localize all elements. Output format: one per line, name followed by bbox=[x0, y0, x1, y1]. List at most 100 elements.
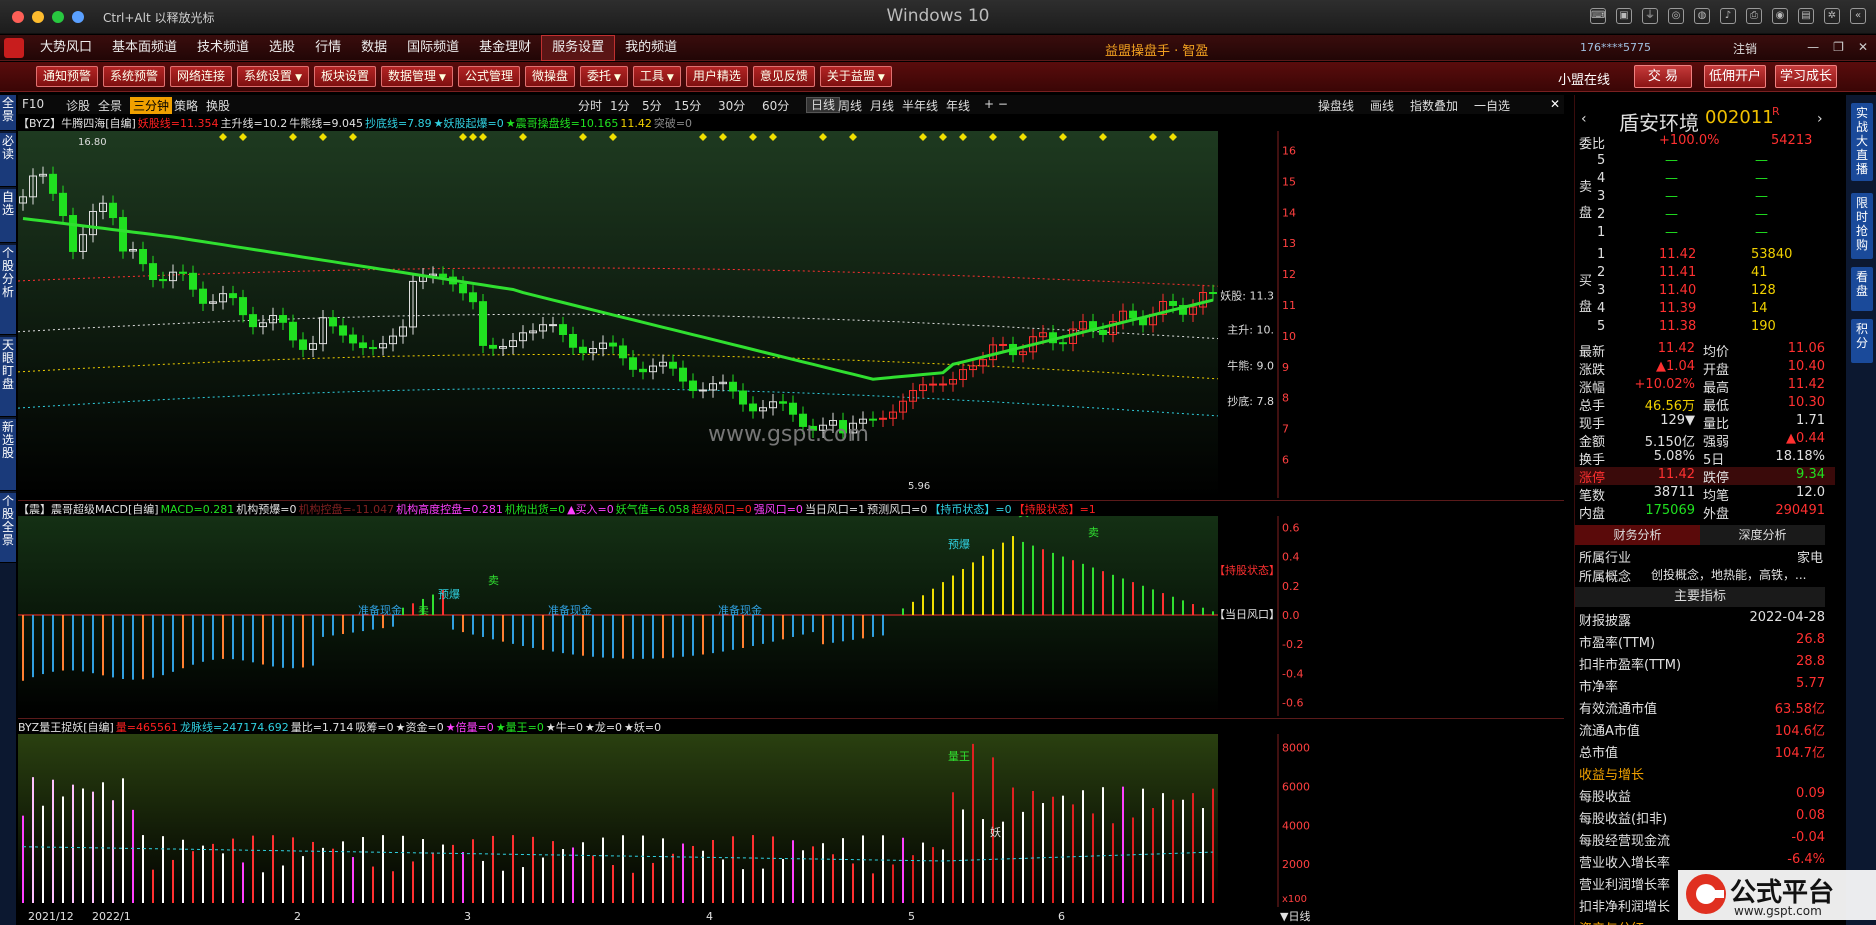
toolbar-button[interactable]: 系统设置 ▼ bbox=[237, 66, 309, 87]
period-tab[interactable]: 周线 bbox=[838, 97, 862, 114]
toolbar-button[interactable]: 系统预警 bbox=[103, 66, 166, 87]
menu-item[interactable]: 基本面频道 bbox=[102, 35, 187, 61]
sidebar-item[interactable]: 个股分析 bbox=[0, 245, 16, 335]
quick-tab[interactable]: 换股 bbox=[206, 97, 230, 114]
menu-item[interactable]: 基金理财 bbox=[469, 35, 541, 61]
promo-item[interactable]: 限时抢购 bbox=[1851, 193, 1873, 259]
kline-chart[interactable]: 16 15 14 13 12 11 10 9 8 7 6 妖股: 11.3 主升: 10. 牛熊: 9.0… bbox=[18, 131, 1564, 498]
menu-item[interactable]: 行情 bbox=[305, 35, 351, 61]
collapse-icon[interactable]: « bbox=[1850, 8, 1866, 24]
toolbar-button-label: 数据管理 bbox=[388, 69, 437, 83]
learn-button[interactable]: 学习成长 bbox=[1775, 65, 1837, 88]
menu-item[interactable]: 服务设置 bbox=[541, 35, 616, 61]
quick-tab[interactable]: 全景 bbox=[98, 97, 122, 114]
sidebar-item[interactable]: 天眼盯盘 bbox=[0, 337, 16, 417]
period-tab[interactable]: 半年线 bbox=[902, 97, 938, 114]
menu-item[interactable]: 我的频道 bbox=[615, 35, 687, 61]
quick-tab[interactable]: 诊股 bbox=[66, 97, 90, 114]
next-stock-icon[interactable]: › bbox=[1817, 111, 1823, 127]
chart-option[interactable]: 操盘线 bbox=[1318, 97, 1354, 114]
close-panel-icon[interactable]: ✕ bbox=[1550, 97, 1560, 111]
stat-label: 5日 bbox=[1703, 453, 1725, 468]
toolbar-button[interactable]: 用户精选 bbox=[685, 66, 748, 87]
promo-item[interactable]: 积分 bbox=[1851, 319, 1873, 363]
sidebar-item[interactable]: 自选 bbox=[0, 189, 16, 243]
sidebar-item[interactable]: 全景 bbox=[0, 95, 16, 131]
app-logo-icon[interactable] bbox=[4, 38, 24, 58]
open-account-button[interactable]: 低佣开户 bbox=[1704, 65, 1766, 88]
stock-title: 盾安环境 002011 R bbox=[1575, 105, 1835, 135]
stat-label: 均笔 bbox=[1703, 489, 1730, 504]
toolbar-button[interactable]: 工具 ▼ bbox=[632, 66, 681, 87]
period-tab[interactable]: 1分 bbox=[610, 97, 630, 114]
restore-icon[interactable]: ❐ bbox=[1833, 40, 1844, 54]
settings-icon[interactable]: ✲ bbox=[1824, 8, 1840, 24]
toolbar-button[interactable]: 网络连接 bbox=[170, 66, 233, 87]
vm-toolbar: ⌨ ▣ ⏚ ◎ ◍ ♪ ⎙ ◉ ▤ ✲ « bbox=[1590, 8, 1866, 24]
trade-button[interactable]: 交 易 bbox=[1634, 65, 1692, 88]
promo-item[interactable]: 实战大直播 bbox=[1851, 103, 1873, 181]
usb-icon[interactable]: ⏚ bbox=[1642, 8, 1658, 24]
menu-item[interactable]: 选股 bbox=[259, 35, 305, 61]
indicator-name[interactable]: 【震】震哥超级MACD[自编] bbox=[18, 503, 159, 516]
online-service-link[interactable]: 小盟在线 bbox=[1558, 69, 1610, 88]
toolbar-button[interactable]: 板块设置 bbox=[313, 66, 376, 87]
keyboard-icon[interactable]: ⌨ bbox=[1590, 8, 1606, 24]
analysis-tab[interactable]: 深度分析 bbox=[1700, 525, 1825, 545]
toolbar-button[interactable]: 关于益盟 ▼ bbox=[819, 66, 892, 87]
indicator-name[interactable]: 【BYZ】牛腾四海[自编] bbox=[18, 117, 136, 130]
minimize-icon[interactable]: — bbox=[1807, 40, 1819, 54]
analysis-tab[interactable]: 财务分析 bbox=[1575, 525, 1700, 545]
menu-item[interactable]: 数据 bbox=[351, 35, 397, 61]
sidebar-item[interactable]: 必读 bbox=[0, 133, 16, 187]
period-tab[interactable]: 月线 bbox=[870, 97, 894, 114]
period-tab[interactable]: 日线 bbox=[806, 97, 841, 113]
sidebar-item[interactable]: 新选股 bbox=[0, 419, 16, 491]
folder-icon[interactable]: ▤ bbox=[1798, 8, 1814, 24]
menu-item[interactable]: 大势风口 bbox=[30, 35, 102, 61]
toolbar-button[interactable]: 公式管理 bbox=[457, 66, 520, 87]
period-tab[interactable]: 年线 bbox=[946, 97, 970, 114]
toolbar-button[interactable]: 数据管理 ▼ bbox=[381, 66, 453, 87]
low-label: 5.96 bbox=[908, 481, 930, 492]
quick-tab[interactable]: 三分钟 bbox=[130, 97, 173, 114]
zoom-controls[interactable]: + − bbox=[984, 97, 1008, 111]
promo-item[interactable]: 看盘 bbox=[1851, 267, 1873, 311]
close-icon[interactable]: ✕ bbox=[1858, 40, 1868, 54]
chart-option[interactable]: 画线 bbox=[1370, 97, 1394, 114]
period-tab[interactable]: 15分 bbox=[674, 97, 701, 114]
period-tab[interactable]: 5分 bbox=[642, 97, 662, 114]
volume-chart[interactable]: 8000 6000 4000 2000 x100 量王妖 bbox=[18, 734, 1564, 907]
period-tab[interactable]: 60分 bbox=[762, 97, 789, 114]
toolbar-button[interactable]: 通知预警 bbox=[36, 66, 99, 87]
disc-icon[interactable]: ◎ bbox=[1668, 8, 1684, 24]
chart-option[interactable]: 一自选 bbox=[1474, 97, 1510, 114]
period-tab[interactable]: 30分 bbox=[718, 97, 745, 114]
quick-tab[interactable]: F10 bbox=[22, 97, 44, 111]
concept-label: 所属概念 bbox=[1579, 570, 1632, 585]
sidebar-item[interactable]: 个股全景 bbox=[0, 493, 16, 563]
chart-option[interactable]: 指数叠加 bbox=[1410, 97, 1458, 114]
display-icon[interactable]: ▣ bbox=[1616, 8, 1632, 24]
account-id[interactable]: 176****5775 bbox=[1580, 41, 1651, 54]
quick-tab[interactable]: 策略 bbox=[174, 97, 198, 114]
indicator-name[interactable]: BYZ量王捉妖[自编] bbox=[18, 721, 114, 734]
ask-level: 3 bbox=[1597, 189, 1606, 204]
camera-icon[interactable]: ◉ bbox=[1772, 8, 1788, 24]
fin-label: 市盈率(TTM) bbox=[1579, 636, 1656, 651]
period-tab[interactable]: 分时 bbox=[578, 97, 602, 114]
main-indicators-header[interactable]: 主要指标 bbox=[1575, 587, 1825, 607]
toolbar-button[interactable]: 微操盘 bbox=[524, 66, 575, 87]
menu-item[interactable]: 国际频道 bbox=[397, 35, 469, 61]
macd-chart[interactable]: 0.60.40.20.0-0.2-0.4-0.6准备现金 准备现金 准备现金预爆预爆… bbox=[18, 516, 1564, 716]
toolbar-button[interactable]: 意见反馈 bbox=[752, 66, 815, 87]
sound-icon[interactable]: ♪ bbox=[1720, 8, 1736, 24]
network-icon[interactable]: ◍ bbox=[1694, 8, 1710, 24]
menu-item[interactable]: 技术频道 bbox=[187, 35, 259, 61]
level-label: 抄底: 7.8 bbox=[1227, 394, 1274, 408]
candle-body bbox=[1169, 301, 1177, 306]
logout-link[interactable]: 注销 bbox=[1733, 40, 1757, 57]
toolbar-button[interactable]: 委托 ▼ bbox=[579, 66, 628, 87]
stat-row: 金额 5.150亿 强弱 ▲0.44 bbox=[1575, 431, 1835, 450]
printer-icon[interactable]: ⎙ bbox=[1746, 8, 1762, 24]
